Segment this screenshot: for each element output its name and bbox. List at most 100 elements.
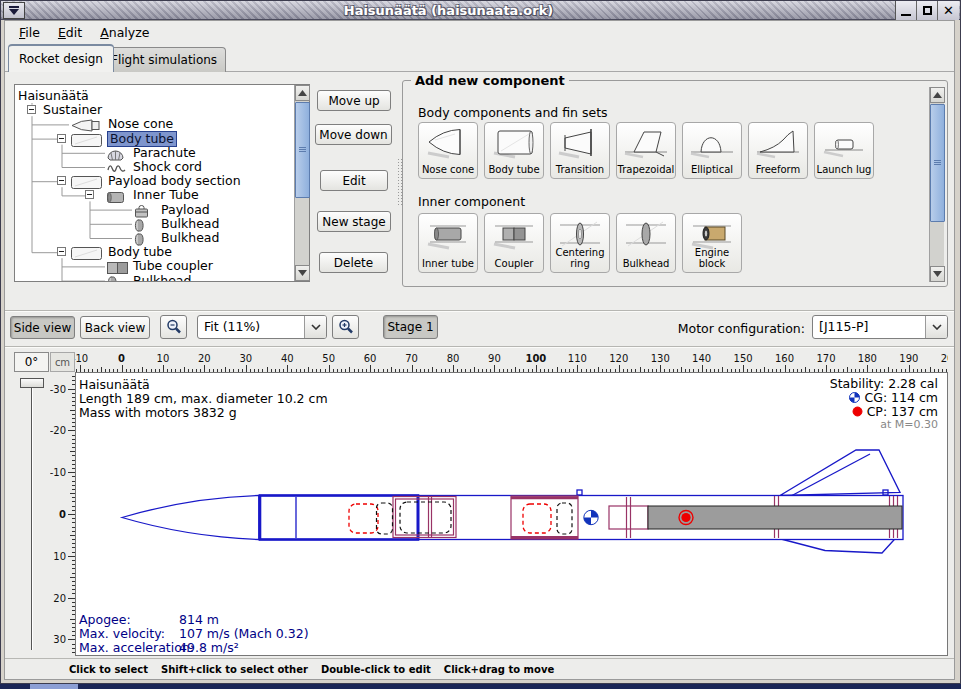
h-ruler-label: 100 [525, 353, 546, 364]
v-ruler-label: -30 [50, 383, 66, 394]
tree-item-label[interactable]: Sustainer [43, 103, 102, 117]
menu-analyze[interactable]: Analyze [91, 23, 158, 42]
tree-item-parachute[interactable]: Parachute [15, 146, 294, 160]
tree-item-tube-coupler[interactable]: Tube coupler [15, 259, 294, 273]
tree-item-haisun-t-[interactable]: Haisunäätä [15, 89, 294, 103]
window-title: Haisunäätä (haisunaata.ork) [1, 3, 896, 18]
add-freeform-button[interactable]: Freeform [748, 122, 808, 179]
component-button-label: Inner tube [422, 258, 474, 269]
tree-scrollbar[interactable] [294, 85, 309, 281]
tree-item-shock-cord[interactable]: Shock cord [15, 160, 294, 174]
toolbar-separator [5, 346, 954, 348]
tree-item-label[interactable]: Bulkhead [161, 217, 219, 231]
flight-stat-value: 49.8 m/s² [179, 641, 239, 655]
rocket-view-canvas[interactable]: Haisunäätä Length 189 cm, max. diameter … [75, 372, 948, 656]
fin-top [780, 450, 900, 496]
add-transition-button[interactable]: Transition [550, 122, 610, 179]
tree-collapse-handle[interactable] [57, 134, 66, 143]
tree-item-label[interactable]: Tube coupler [133, 259, 213, 273]
new-stage-button[interactable]: New stage [317, 211, 391, 232]
menu-file[interactable]: File [10, 23, 49, 42]
add-trapezoidal-button[interactable]: Trapezoidal [616, 122, 676, 179]
scroll-down-button[interactable] [930, 266, 945, 282]
tree-item-body-tube[interactable]: Body tube [15, 132, 294, 146]
freeform-icon [755, 127, 801, 163]
h-ruler-label: 110 [568, 353, 587, 364]
tree-item-label[interactable]: Bulkhead [161, 231, 219, 245]
tree-item-bulkhead[interactable]: Bulkhead [15, 231, 294, 245]
add-body-tube-button[interactable]: Body tube [484, 122, 544, 179]
section-label-inner: Inner component [418, 194, 525, 209]
tree-scrollbar-thumb[interactable] [295, 102, 310, 198]
tree-item-bulkhead[interactable]: Bulkhead [15, 217, 294, 231]
tab-flight-simulations[interactable]: Flight simulations [102, 47, 226, 72]
h-ruler-label: 180 [858, 353, 877, 364]
move-down-button[interactable]: Move down [315, 124, 392, 145]
mach-condition: at M=0.30 [830, 418, 938, 432]
tree-item-label[interactable]: Inner Tube [133, 188, 199, 202]
component-scrollbar[interactable] [929, 87, 944, 282]
add-inner-tube-button[interactable]: Inner tube [418, 213, 478, 273]
tree-item-label[interactable]: Haisunäätä [18, 89, 89, 103]
tree-collapse-handle[interactable] [57, 176, 66, 185]
rotation-slider-handle[interactable] [20, 378, 44, 388]
v-ruler-label: -10 [50, 467, 66, 478]
tree-item-label[interactable]: Nose cone [108, 117, 173, 131]
component-scrollbar-thumb[interactable] [930, 104, 945, 222]
back-view-button[interactable]: Back view [80, 316, 150, 339]
rocket-name: Haisunäätä [79, 378, 328, 392]
tree-item-sustainer[interactable]: Sustainer [15, 103, 294, 117]
add-bulkhead-button[interactable]: Bulkhead [616, 213, 676, 273]
engine-block-icon [689, 218, 735, 254]
delete-button[interactable]: Delete [319, 252, 388, 273]
tree-item-bulkhead[interactable]: Bulkhead [15, 274, 294, 281]
tree-collapse-handle[interactable] [57, 247, 66, 256]
status-hint: Shift+click to select other [161, 664, 308, 675]
tree-item-label[interactable]: Body tube [108, 132, 176, 146]
side-view-button[interactable]: Side view [10, 316, 75, 339]
tree-item-label[interactable]: Bulkhead [133, 274, 191, 281]
tree-item-label[interactable]: Shock cord [133, 160, 202, 174]
ruler-unit: cm [50, 352, 75, 372]
tree-collapse-handle[interactable] [27, 105, 36, 114]
scroll-up-button[interactable] [295, 85, 310, 101]
maximize-button[interactable] [917, 1, 938, 20]
status-hint: Click to select [69, 664, 148, 675]
tree-collapse-handle[interactable] [85, 190, 94, 199]
add-launch-lug-button[interactable]: Launch lug [814, 122, 874, 179]
tree-item-payload-body-section[interactable]: Payload body section [15, 174, 294, 188]
titlebar[interactable]: Haisunäätä (haisunaata.ork) ✕ [1, 1, 960, 20]
tree-item-nose-cone[interactable]: Nose cone [15, 117, 294, 131]
stage-1-toggle[interactable]: Stage 1 [383, 315, 438, 339]
h-ruler-label: 200 [941, 353, 948, 364]
zoom-level-combo[interactable]: Fit (11%) [197, 315, 327, 339]
tree-item-payload[interactable]: Payload [15, 203, 294, 217]
zoom-out-button[interactable] [160, 315, 187, 339]
tree-item-label[interactable]: Body tube [108, 245, 172, 259]
h-ruler-label: 130 [651, 353, 670, 364]
close-button[interactable]: ✕ [938, 1, 959, 20]
add-centering-ring-button[interactable]: Centeringring [550, 213, 610, 273]
chevron-down-icon [304, 316, 326, 338]
move-up-button[interactable]: Move up [317, 90, 391, 111]
elliptical-icon [689, 127, 735, 163]
scroll-down-button[interactable] [295, 265, 310, 281]
tree-item-label[interactable]: Payload [161, 203, 210, 217]
tree-item-inner-tube[interactable]: Inner Tube [15, 188, 294, 202]
add-elliptical-button[interactable]: Elliptical [682, 122, 742, 179]
add-nose-cone-button[interactable]: Nose cone [418, 122, 478, 179]
scroll-up-button[interactable] [930, 87, 945, 103]
tree-item-body-tube[interactable]: Body tube [15, 245, 294, 259]
v-ruler-label: 0 [59, 509, 66, 520]
add-coupler-button[interactable]: Coupler [484, 213, 544, 273]
tab-rocket-design[interactable]: Rocket design [8, 44, 114, 72]
tree-item-label[interactable]: Payload body section [108, 174, 241, 188]
menu-edit[interactable]: Edit [49, 23, 91, 42]
minimize-button[interactable] [896, 1, 917, 20]
zoom-in-button[interactable] [332, 315, 359, 339]
edit-button[interactable]: Edit [320, 170, 388, 191]
tree-item-label[interactable]: Parachute [133, 146, 196, 160]
add-engine-block-button[interactable]: Engineblock [682, 213, 742, 273]
rotation-slider-track[interactable] [31, 388, 33, 650]
motor-configuration-combo[interactable]: [J115-P] [812, 315, 948, 339]
